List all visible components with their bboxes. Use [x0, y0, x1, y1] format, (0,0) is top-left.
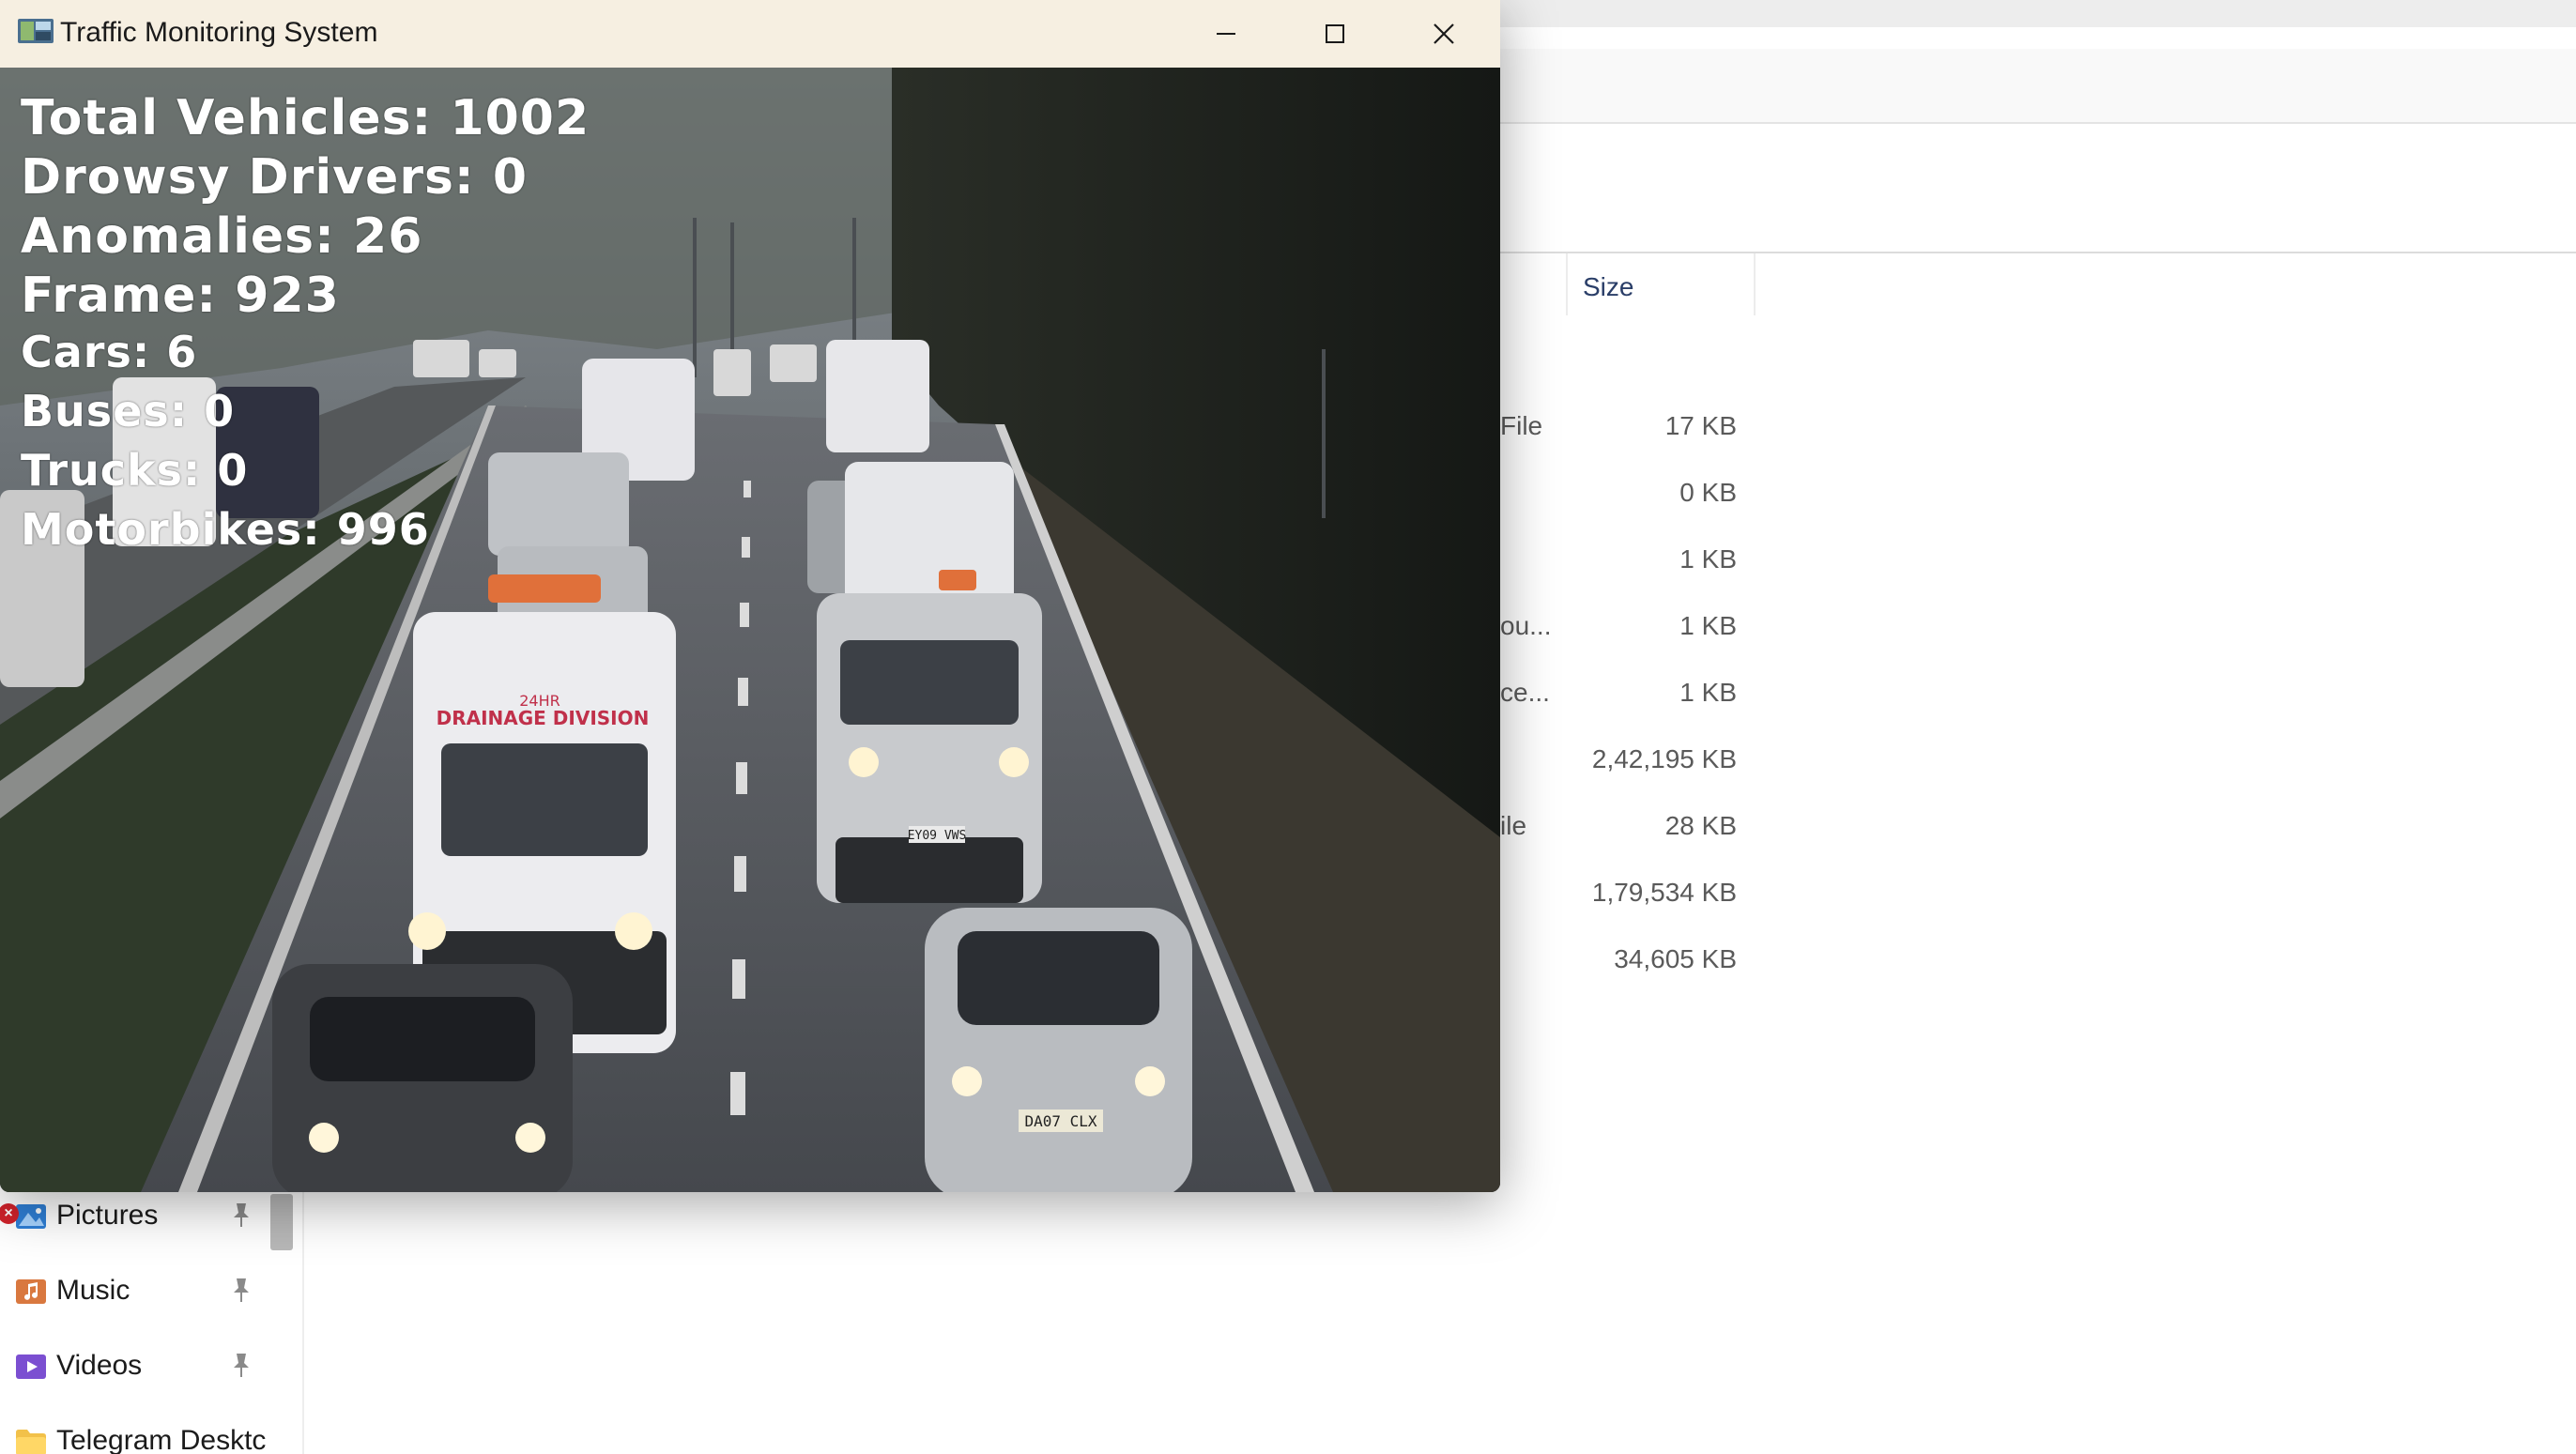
- file-size: 1 KB: [1679, 544, 1737, 574]
- file-row[interactable]: 1,79,534 KB: [1500, 868, 2576, 925]
- nav-item-label: Telegram Desktc: [56, 1425, 267, 1454]
- navigation-pane-divider[interactable]: [302, 1192, 304, 1454]
- overlay-frame: Frame: 923: [21, 268, 340, 324]
- app-icon: [17, 17, 54, 45]
- overlay-drowsy-drivers: Drowsy Drivers: 0: [21, 149, 528, 206]
- column-separator[interactable]: [1566, 253, 1568, 315]
- window-title: Traffic Monitoring System: [60, 17, 378, 48]
- file-row[interactable]: ce... 1 KB: [1500, 668, 2576, 725]
- pin-icon[interactable]: [227, 1196, 255, 1233]
- navigation-scrollbar-thumb[interactable]: [270, 1194, 293, 1250]
- file-type: ile: [1500, 811, 1527, 840]
- file-row[interactable]: 34,605 KB: [1500, 935, 2576, 991]
- overlay-cars: Cars: 6: [21, 327, 198, 377]
- file-size: 28 KB: [1664, 811, 1737, 840]
- explorer-address-bar[interactable]: [1500, 49, 2576, 124]
- nav-item-telegram-desktop[interactable]: Telegram Desktc: [13, 1417, 285, 1454]
- file-size: 0 KB: [1679, 478, 1737, 507]
- pin-icon[interactable]: [227, 1346, 255, 1384]
- nav-item-pictures[interactable]: Pictures: [13, 1192, 285, 1245]
- minimize-button[interactable]: [1172, 0, 1280, 68]
- file-row[interactable]: File 17 KB: [1500, 402, 2576, 458]
- file-row[interactable]: 1 KB: [1500, 535, 2576, 591]
- column-header-row: [1500, 253, 2576, 315]
- file-type: ou...: [1500, 611, 1552, 640]
- nav-item-label: Videos: [56, 1350, 143, 1381]
- maximize-icon: [1325, 23, 1345, 44]
- close-icon: [1433, 23, 1455, 45]
- nav-item-music[interactable]: Music: [13, 1267, 285, 1320]
- column-header-size[interactable]: Size: [1583, 272, 1633, 302]
- svg-text:DRAINAGE DIVISION: DRAINAGE DIVISION: [437, 707, 650, 729]
- file-row[interactable]: 2,42,195 KB: [1500, 735, 2576, 791]
- column-separator[interactable]: [1754, 253, 1756, 315]
- file-row[interactable]: ile 28 KB: [1500, 802, 2576, 858]
- traffic-monitoring-window[interactable]: Traffic Monitoring System 24HR DRAINAGE …: [0, 0, 1500, 1192]
- file-size: 17 KB: [1664, 411, 1737, 440]
- file-size: 1,79,534 KB: [1591, 878, 1737, 907]
- pictures-icon: [13, 1201, 49, 1232]
- file-row[interactable]: ou... 1 KB: [1500, 602, 2576, 658]
- file-row[interactable]: 0 KB: [1500, 468, 2576, 525]
- close-button[interactable]: [1389, 0, 1498, 68]
- overlay-total-vehicles: Total Vehicles: 1002: [21, 90, 590, 146]
- nav-item-videos[interactable]: Videos: [13, 1342, 285, 1395]
- explorer-command-bar: [1500, 143, 2576, 253]
- nav-item-label: Pictures: [56, 1200, 159, 1231]
- overlay-buses: Buses: 0: [21, 386, 236, 436]
- navigation-pane: Pictures Music Videos Telegram Desktc: [0, 1192, 300, 1454]
- svg-text:DA07 CLX: DA07 CLX: [1024, 1112, 1096, 1130]
- nav-item-label: Music: [56, 1275, 130, 1306]
- minimize-icon: [1216, 23, 1236, 44]
- maximize-button[interactable]: [1280, 0, 1389, 68]
- overlay-trucks: Trucks: 0: [21, 445, 249, 496]
- file-size: 2,42,195 KB: [1591, 744, 1737, 773]
- traffic-video-frame: 24HR DRAINAGE DIVISION EY09 VWS DA07 CLX: [0, 68, 1500, 1192]
- file-size: 1 KB: [1679, 678, 1737, 707]
- videos-icon: [13, 1352, 49, 1382]
- svg-text:EY09 VWS: EY09 VWS: [908, 829, 967, 843]
- file-type: ce...: [1500, 678, 1550, 707]
- file-type: File: [1500, 411, 1543, 440]
- overlay-motorbikes: Motorbikes: 996: [21, 504, 430, 555]
- overlay-anomalies: Anomalies: 26: [21, 208, 423, 265]
- file-size: 34,605 KB: [1614, 944, 1737, 973]
- file-size: 1 KB: [1679, 611, 1737, 640]
- window-titlebar[interactable]: Traffic Monitoring System: [0, 0, 1500, 68]
- explorer-titlebar: [1500, 0, 2576, 27]
- folder-icon: [13, 1427, 49, 1454]
- pin-icon[interactable]: [227, 1271, 255, 1309]
- music-icon: [13, 1277, 49, 1307]
